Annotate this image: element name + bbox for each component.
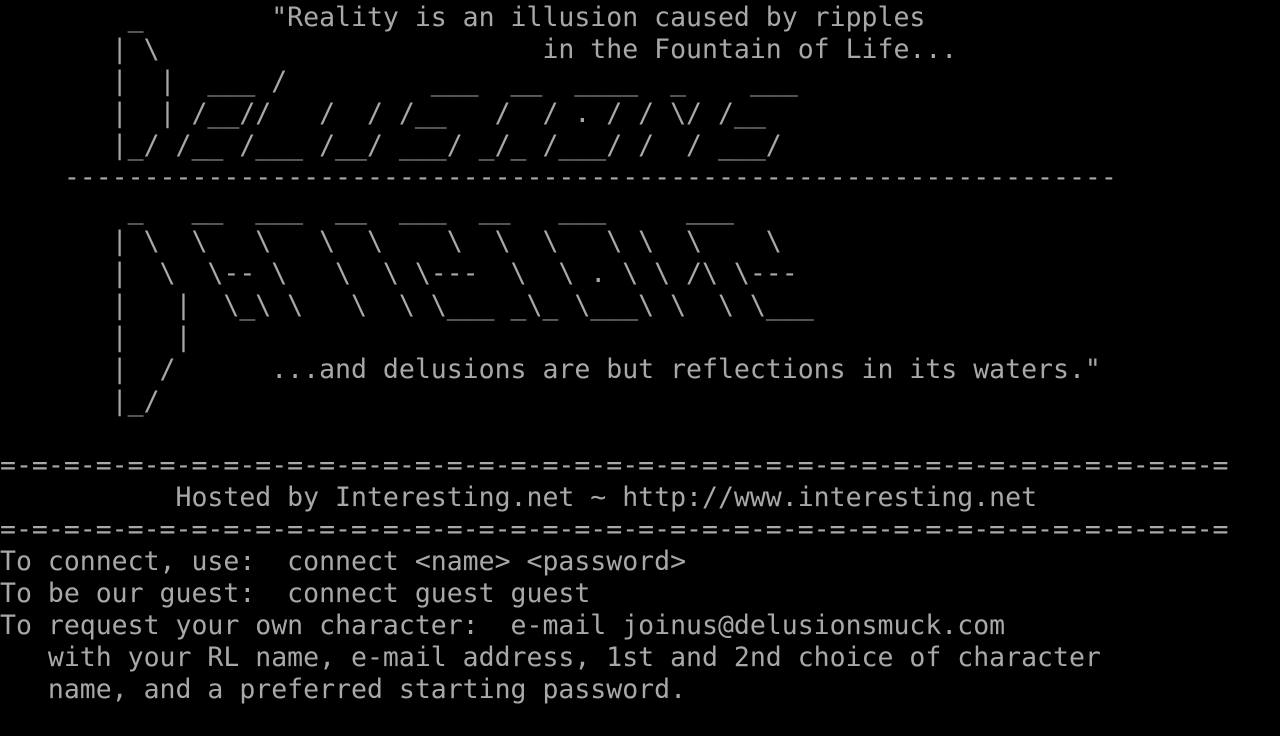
hosted-by-line: Hosted by Interesting.net ~ http://www.i…	[0, 482, 1038, 513]
request-character-instructions: To request your own character: e-mail jo…	[0, 610, 1006, 641]
ascii-art-delusions-line-3: |_/ /__ /___ /__/ ___/ _/_ /___/ / / ___…	[0, 130, 782, 161]
request-character-details-2: name, and a preferred starting password.	[0, 674, 687, 705]
banner-quote-line-1: _ "Reality is an illusion caused by ripp…	[0, 2, 926, 33]
ascii-art-mirrored-line-2: | \ \ \ \ \ \ \ \ \ \ \ \	[0, 226, 782, 257]
ascii-art-mirrored-line-1: _ __ ___ __ ___ __ ___ ___	[0, 194, 734, 225]
banner-quote-line-2: | \ in the Fountain of Life...	[0, 34, 958, 65]
ascii-art-mirrored-line-6: |_/	[0, 386, 160, 417]
ascii-art-mirrored-line-4: | | \_\ \ \ \ \___ _\_ \___\ \ \ \___	[0, 290, 814, 321]
ascii-art-divider: ----------------------------------------…	[0, 162, 1117, 193]
guest-instructions: To be our guest: connect guest guest	[0, 578, 591, 609]
connect-instructions: To connect, use: connect <name> <passwor…	[0, 546, 687, 577]
ascii-art-mirrored-line-5: | |	[0, 322, 192, 353]
request-character-details-1: with your RL name, e-mail address, 1st a…	[0, 642, 1101, 673]
terminal-screen: _ "Reality is an illusion caused by ripp…	[0, 2, 1229, 706]
ascii-art-delusions-line-1: | | ___ / ___ __ ____ _ ___	[0, 66, 798, 97]
ascii-art-delusions-line-2: | | /__// / / /__ / / . / / \/ /__	[0, 98, 766, 129]
terminal-window[interactable]: _ "Reality is an illusion caused by ripp…	[0, 0, 1280, 736]
separator-bottom: =-=-=-=-=-=-=-=-=-=-=-=-=-=-=-=-=-=-=-=-…	[0, 514, 1229, 545]
banner-quote-line-3: | / ...and delusions are but reflections…	[0, 354, 1101, 385]
separator-top: =-=-=-=-=-=-=-=-=-=-=-=-=-=-=-=-=-=-=-=-…	[0, 450, 1229, 481]
ascii-art-mirrored-line-3: | \ \-- \ \ \ \--- \ \ . \ \ /\ \---	[0, 258, 798, 289]
